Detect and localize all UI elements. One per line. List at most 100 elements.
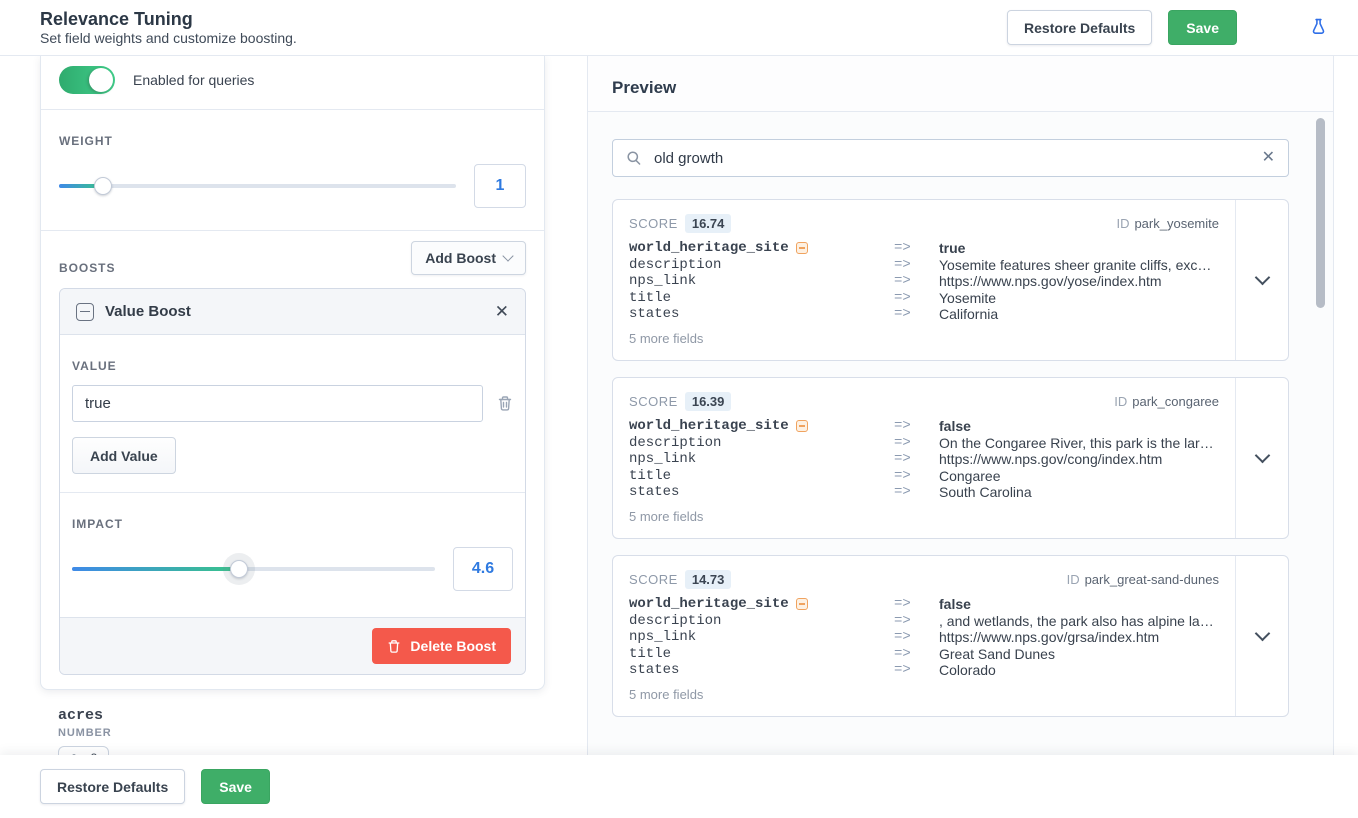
trash-icon[interactable] bbox=[497, 395, 513, 412]
trash-icon bbox=[387, 639, 401, 654]
field-name: description bbox=[629, 435, 894, 452]
impact-section: IMPACT 4.6 bbox=[60, 493, 525, 617]
field-arrow: => bbox=[894, 273, 939, 290]
weight-value-box[interactable]: 1 bbox=[474, 164, 526, 208]
weight-slider-handle[interactable] bbox=[94, 177, 112, 195]
field-arrow: => bbox=[894, 418, 939, 435]
field-arrow: => bbox=[894, 451, 939, 468]
score-label: SCORE bbox=[629, 394, 678, 409]
field-row: world_heritage_site=>false bbox=[629, 596, 1219, 613]
more-fields-link[interactable]: 5 more fields bbox=[629, 331, 1219, 346]
results-list: SCORE16.74 IDpark_yosemite world_heritag… bbox=[612, 199, 1289, 717]
field-value: South Carolina bbox=[939, 484, 1219, 501]
field-value: Great Sand Dunes bbox=[939, 646, 1219, 663]
field-row: states=>Colorado bbox=[629, 662, 1219, 679]
field-value: true bbox=[939, 240, 1219, 257]
field-settings-card: Enabled for queries WEIGHT 1 BOOSTS bbox=[40, 56, 545, 690]
field-arrow: => bbox=[894, 435, 939, 452]
top-header-bar: Relevance Tuning Set field weights and c… bbox=[0, 0, 1358, 56]
field-row: nps_link=>https://www.nps.gov/grsa/index… bbox=[629, 629, 1219, 646]
field-name: states bbox=[629, 662, 894, 679]
header-actions: Restore Defaults Save bbox=[1007, 10, 1328, 45]
field-value: Colorado bbox=[939, 662, 1219, 679]
field-row: nps_link=>https://www.nps.gov/cong/index… bbox=[629, 451, 1219, 468]
id-label: ID bbox=[1067, 572, 1080, 587]
score-badge: 14.73 bbox=[685, 570, 732, 589]
field-name: world_heritage_site bbox=[629, 596, 894, 613]
field-row: title=>Great Sand Dunes bbox=[629, 646, 1219, 663]
scrollbar-thumb[interactable] bbox=[1316, 118, 1325, 308]
flask-icon[interactable] bbox=[1309, 18, 1328, 37]
field-value: https://www.nps.gov/grsa/index.htm bbox=[939, 629, 1219, 646]
field-arrow: => bbox=[894, 596, 939, 613]
field-name: world_heritage_site bbox=[629, 240, 894, 257]
impact-slider-handle[interactable] bbox=[230, 560, 248, 578]
enabled-toggle-row: Enabled for queries bbox=[41, 56, 544, 109]
field-arrow: => bbox=[894, 290, 939, 307]
delete-boost-button[interactable]: Delete Boost bbox=[372, 628, 511, 664]
preview-body: ✕ SCORE16.74 IDpark_yosemite world_herit… bbox=[588, 112, 1333, 737]
impact-slider[interactable] bbox=[72, 560, 435, 578]
field-value: Yosemite bbox=[939, 290, 1219, 307]
value-boost-icon bbox=[76, 303, 94, 321]
enabled-toggle-switch[interactable] bbox=[59, 66, 115, 94]
add-boost-button[interactable]: Add Boost bbox=[411, 241, 526, 275]
field-type-label: NUMBER bbox=[58, 727, 545, 739]
field-name: title bbox=[629, 646, 894, 663]
save-button-footer[interactable]: Save bbox=[201, 769, 270, 804]
score-group: SCORE16.74 bbox=[629, 215, 731, 233]
score-group: SCORE14.73 bbox=[629, 571, 731, 589]
field-arrow: => bbox=[894, 613, 939, 630]
field-name: nps_link bbox=[629, 273, 894, 290]
restore-defaults-button[interactable]: Restore Defaults bbox=[1007, 10, 1152, 45]
enabled-toggle-label: Enabled for queries bbox=[133, 72, 254, 88]
impact-label: IMPACT bbox=[72, 517, 513, 531]
clear-icon[interactable]: ✕ bbox=[1262, 150, 1275, 166]
save-button[interactable]: Save bbox=[1168, 10, 1237, 45]
field-row: nps_link=>https://www.nps.gov/yose/index… bbox=[629, 273, 1219, 290]
field-row: world_heritage_site=>true bbox=[629, 240, 1219, 257]
page-title: Relevance Tuning bbox=[40, 9, 1007, 30]
field-row: description=>, and wetlands, the park al… bbox=[629, 613, 1219, 630]
slider-fill bbox=[72, 567, 239, 571]
value-boost-body: VALUE Add Value bbox=[60, 335, 525, 492]
chevron-down-icon bbox=[1254, 626, 1270, 642]
weight-slider[interactable] bbox=[59, 177, 456, 195]
expand-result-button[interactable] bbox=[1235, 556, 1288, 716]
more-fields-link[interactable]: 5 more fields bbox=[629, 687, 1219, 702]
result-card-main: SCORE14.73 ID park_great-sand-dunes world… bbox=[613, 556, 1235, 716]
id-group: IDpark_congaree bbox=[1114, 393, 1219, 411]
weight-section: WEIGHT 1 bbox=[41, 110, 544, 230]
chevron-down-icon bbox=[1254, 448, 1270, 464]
field-row: title=>Congaree bbox=[629, 468, 1219, 485]
preview-search-input[interactable] bbox=[652, 149, 1252, 168]
boosted-value-badge-icon bbox=[796, 420, 808, 432]
score-group: SCORE16.39 bbox=[629, 393, 731, 411]
boost-value-input[interactable] bbox=[72, 385, 483, 422]
impact-value-box[interactable]: 4.6 bbox=[453, 547, 513, 591]
field-row: world_heritage_site=>false bbox=[629, 418, 1219, 435]
field-rows: world_heritage_site=>falsedescription=>,… bbox=[629, 596, 1219, 679]
field-name: acres bbox=[58, 707, 545, 724]
close-icon[interactable]: ✕ bbox=[495, 303, 509, 320]
field-value: https://www.nps.gov/yose/index.htm bbox=[939, 273, 1219, 290]
boosts-label: BOOSTS bbox=[59, 261, 115, 275]
preview-header: Preview bbox=[588, 56, 1333, 112]
document-id: park_great-sand-dunes bbox=[1085, 572, 1219, 587]
preview-panel: Preview ✕ SCORE16.74 IDpark_yosemite wo bbox=[587, 56, 1334, 818]
add-value-button[interactable]: Add Value bbox=[72, 437, 176, 474]
boosted-value-badge-icon bbox=[796, 598, 808, 610]
more-fields-link[interactable]: 5 more fields bbox=[629, 509, 1219, 524]
field-value: false bbox=[939, 596, 1219, 613]
expand-result-button[interactable] bbox=[1235, 200, 1288, 360]
field-rows: world_heritage_site=>falsedescription=>O… bbox=[629, 418, 1219, 501]
result-card-main: SCORE16.39 IDpark_congaree world_heritag… bbox=[613, 378, 1235, 538]
expand-result-button[interactable] bbox=[1235, 378, 1288, 538]
bottom-action-bar: Restore Defaults Save bbox=[0, 755, 1358, 818]
field-name: description bbox=[629, 257, 894, 274]
field-name: states bbox=[629, 306, 894, 323]
restore-defaults-button-footer[interactable]: Restore Defaults bbox=[40, 769, 185, 804]
toggle-knob bbox=[89, 68, 113, 92]
page-subtitle: Set field weights and customize boosting… bbox=[40, 30, 1007, 46]
result-card-main: SCORE16.74 IDpark_yosemite world_heritag… bbox=[613, 200, 1235, 360]
